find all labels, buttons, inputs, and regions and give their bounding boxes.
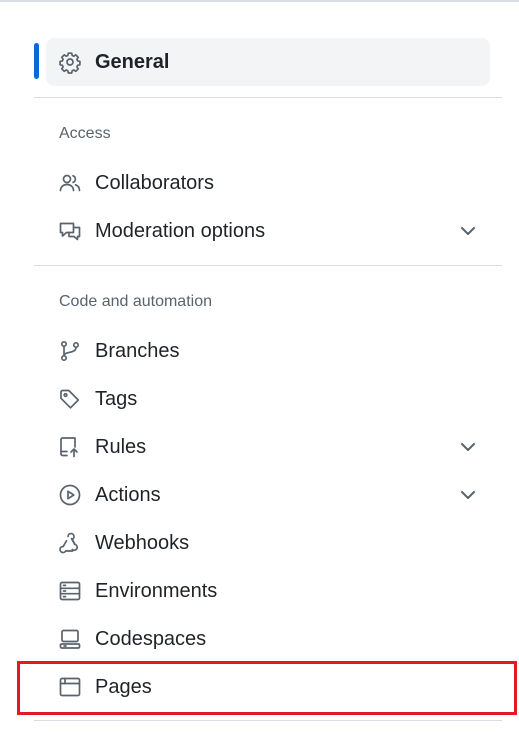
- section-heading-access: Access: [59, 125, 111, 142]
- chevron-down-icon[interactable]: [458, 485, 478, 505]
- people-icon: [58, 171, 82, 195]
- webhook-icon: [58, 531, 82, 555]
- sidebar-item-label: Actions: [95, 484, 161, 506]
- comment-discussion-icon: [58, 219, 82, 243]
- sidebar-item-label: General: [95, 51, 170, 73]
- section-heading-code-and-automation: Code and automation: [59, 293, 212, 310]
- sidebar-item-collaborators[interactable]: Collaborators: [46, 161, 490, 205]
- sidebar-item-webhooks[interactable]: Webhooks: [46, 521, 490, 565]
- section-divider: [34, 265, 502, 266]
- codespaces-icon: [58, 627, 82, 651]
- sidebar-item-label: Environments: [95, 580, 218, 602]
- tag-icon: [58, 387, 82, 411]
- sidebar-item-label: Rules: [95, 436, 147, 458]
- sidebar-item-general[interactable]: General: [46, 38, 490, 86]
- section-divider: [34, 720, 502, 721]
- gear-icon: [58, 50, 82, 74]
- play-icon: [58, 483, 82, 507]
- sidebar-item-label: Moderation options: [95, 220, 266, 242]
- section-divider: [34, 97, 502, 98]
- sidebar-item-label: Branches: [95, 340, 180, 362]
- chevron-down-icon[interactable]: [458, 221, 478, 241]
- server-icon: [58, 579, 82, 603]
- sidebar-item-environments[interactable]: Environments: [46, 569, 490, 613]
- active-indicator: [34, 43, 39, 79]
- repo-push-icon: [58, 435, 82, 459]
- sidebar-item-codespaces[interactable]: Codespaces: [46, 617, 490, 661]
- sidebar-item-tags[interactable]: Tags: [46, 377, 490, 421]
- chevron-down-icon[interactable]: [458, 437, 478, 457]
- sidebar-item-label: Webhooks: [95, 532, 190, 554]
- sidebar-item-actions[interactable]: Actions: [46, 473, 490, 517]
- sidebar-item-moderation-options[interactable]: Moderation options: [46, 209, 490, 253]
- highlight-annotation: [17, 661, 517, 715]
- settings-sidebar: General Access Collaborators Moderation …: [0, 0, 519, 736]
- sidebar-item-label: Collaborators: [95, 172, 214, 194]
- sidebar-item-branches[interactable]: Branches: [46, 329, 490, 373]
- git-branch-icon: [58, 339, 82, 363]
- sidebar-item-label: Tags: [95, 388, 138, 410]
- sidebar-item-label: Codespaces: [95, 628, 207, 650]
- sidebar-item-rules[interactable]: Rules: [46, 425, 490, 469]
